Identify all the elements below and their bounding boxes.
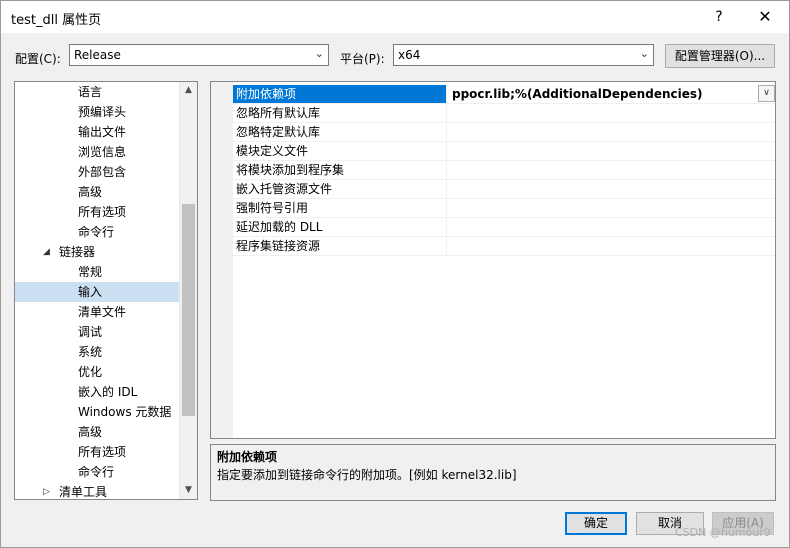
property-value[interactable] [448, 104, 775, 122]
description-panel: 附加依赖项 指定要添加到链接命令行的附加项。[例如 kernel32.lib] [210, 444, 776, 501]
property-value[interactable] [448, 142, 775, 160]
config-select[interactable]: Release ⌄ [69, 44, 329, 66]
tree-item-label: 预编译头 [78, 105, 127, 119]
value-dropdown-icon[interactable]: ∨ [758, 85, 775, 102]
tree-item[interactable]: ◢ 链接器 [15, 242, 181, 262]
tree-item[interactable]: 所有选项 [15, 202, 181, 222]
tree-item-label: 链接器 [59, 245, 96, 259]
tree-item-label: 命令行 [78, 225, 115, 239]
scroll-up-arrow-icon[interactable]: ▲ [180, 82, 197, 99]
chevron-down-icon: ⌄ [314, 47, 324, 60]
tree-item[interactable]: 常规 [15, 262, 181, 282]
tree-item-label: 输出文件 [78, 125, 127, 139]
property-value[interactable] [448, 199, 775, 217]
config-manager-button[interactable]: 配置管理器(O)... [665, 44, 775, 68]
tree-item-label: 清单文件 [78, 305, 127, 319]
property-row[interactable]: 延迟加载的 DLL [233, 218, 775, 237]
property-row[interactable]: 模块定义文件 [233, 142, 775, 161]
tree-item[interactable]: 浏览信息 [15, 142, 181, 162]
property-row[interactable]: 嵌入托管资源文件 [233, 180, 775, 199]
property-value[interactable] [448, 237, 775, 255]
platform-select[interactable]: x64 ⌄ [393, 44, 654, 66]
property-name: 忽略特定默认库 [233, 123, 447, 141]
tree-item[interactable]: 输出文件 [15, 122, 181, 142]
property-value[interactable] [448, 161, 775, 179]
tree-item[interactable]: 外部包含 [15, 162, 181, 182]
property-row[interactable]: 将模块添加到程序集 [233, 161, 775, 180]
property-name: 嵌入托管资源文件 [233, 180, 447, 198]
tree-item[interactable]: ▷ 清单工具 [15, 482, 181, 499]
property-name: 将模块添加到程序集 [233, 161, 447, 179]
tree-item[interactable]: 优化 [15, 362, 181, 382]
title-bar: test_dll 属性页 ? ✕ [1, 1, 789, 33]
tree-item[interactable]: 高级 [15, 422, 181, 442]
scroll-down-arrow-icon[interactable]: ▼ [180, 482, 197, 499]
tree-item-label: 高级 [78, 185, 103, 199]
expand-arrow-icon[interactable]: ▷ [43, 482, 50, 499]
tree-item-label: 调试 [78, 325, 103, 339]
property-name: 忽略所有默认库 [233, 104, 447, 122]
tree-item-label: Windows 元数据 [78, 405, 172, 419]
tree-item-label: 高级 [78, 425, 103, 439]
tree-item-label: 语言 [78, 85, 103, 99]
tree-item[interactable]: 系统 [15, 342, 181, 362]
tree-item[interactable]: 嵌入的 IDL [15, 382, 181, 402]
description-text: 指定要添加到链接命令行的附加项。[例如 kernel32.lib] [217, 468, 517, 482]
property-name: 模块定义文件 [233, 142, 447, 160]
collapse-arrow-icon[interactable]: ◢ [43, 242, 50, 262]
help-button[interactable]: ? [708, 6, 730, 28]
close-button[interactable]: ✕ [754, 6, 776, 28]
tree-item-label: 命令行 [78, 465, 115, 479]
tree-item-label: 浏览信息 [78, 145, 127, 159]
tree-item[interactable]: 预编译头 [15, 102, 181, 122]
chevron-down-icon: ⌄ [639, 47, 649, 60]
platform-value: x64 [398, 48, 421, 62]
property-value[interactable] [448, 123, 775, 141]
tree-scrollbar[interactable]: ▲ ▼ [179, 82, 197, 499]
property-value[interactable] [448, 180, 775, 198]
tree-item[interactable]: 所有选项 [15, 442, 181, 462]
tree-item[interactable]: 输入 [15, 282, 181, 302]
property-row[interactable]: 强制符号引用 [233, 199, 775, 218]
property-name: 强制符号引用 [233, 199, 447, 217]
platform-label: 平台(P): [340, 52, 385, 66]
tree-item[interactable]: 高级 [15, 182, 181, 202]
grid-gutter [211, 82, 233, 438]
property-tree: 语言 预编译头 输出文件 浏览信息 外部包含 高级 所有选项 命令行 ◢ 链接器 常规 输入 清单文件调… [14, 81, 198, 500]
tree-item-label: 系统 [78, 345, 103, 359]
tree-item-label: 所有选项 [78, 205, 127, 219]
tree-item[interactable]: 命令行 [15, 462, 181, 482]
tree-item-label: 常规 [78, 265, 103, 279]
property-row[interactable]: 忽略特定默认库 [233, 123, 775, 142]
tree-item-label: 外部包含 [78, 165, 127, 179]
description-title: 附加依赖项 [217, 450, 278, 464]
property-grid: 附加依赖项 ppocr.lib;%(AdditionalDependencies)… [210, 81, 776, 439]
tree-item-label: 优化 [78, 365, 103, 379]
watermark-text: CSDN @humour9 [675, 526, 771, 539]
scroll-thumb[interactable] [182, 204, 195, 416]
property-name: 延迟加载的 DLL [233, 218, 447, 236]
tree-item[interactable]: 调试 [15, 322, 181, 342]
tree-item[interactable]: 命令行 [15, 222, 181, 242]
tree-item-label: 清单工具 [59, 485, 108, 499]
tree-item-label: 输入 [78, 285, 103, 299]
window-title: test_dll 属性页 [11, 13, 102, 28]
tree-item[interactable]: 清单文件 [15, 302, 181, 322]
config-value: Release [74, 48, 121, 62]
property-name: 程序集链接资源 [233, 237, 447, 255]
tree-item[interactable]: Windows 元数据 [15, 402, 181, 422]
tree-item-label: 所有选项 [78, 445, 127, 459]
property-row[interactable]: 附加依赖项 ppocr.lib;%(AdditionalDependencies)… [233, 85, 775, 104]
ok-button[interactable]: 确定 [565, 512, 627, 535]
tree-item[interactable]: 语言 [15, 82, 181, 102]
property-row[interactable]: 程序集链接资源 [233, 237, 775, 256]
property-value[interactable]: ppocr.lib;%(AdditionalDependencies) [448, 85, 775, 103]
property-row[interactable]: 忽略所有默认库 [233, 104, 775, 123]
property-value[interactable] [448, 218, 775, 236]
tree-item-label: 嵌入的 IDL [78, 385, 138, 399]
property-name: 附加依赖项 [233, 85, 447, 103]
config-label: 配置(C): [15, 52, 61, 66]
